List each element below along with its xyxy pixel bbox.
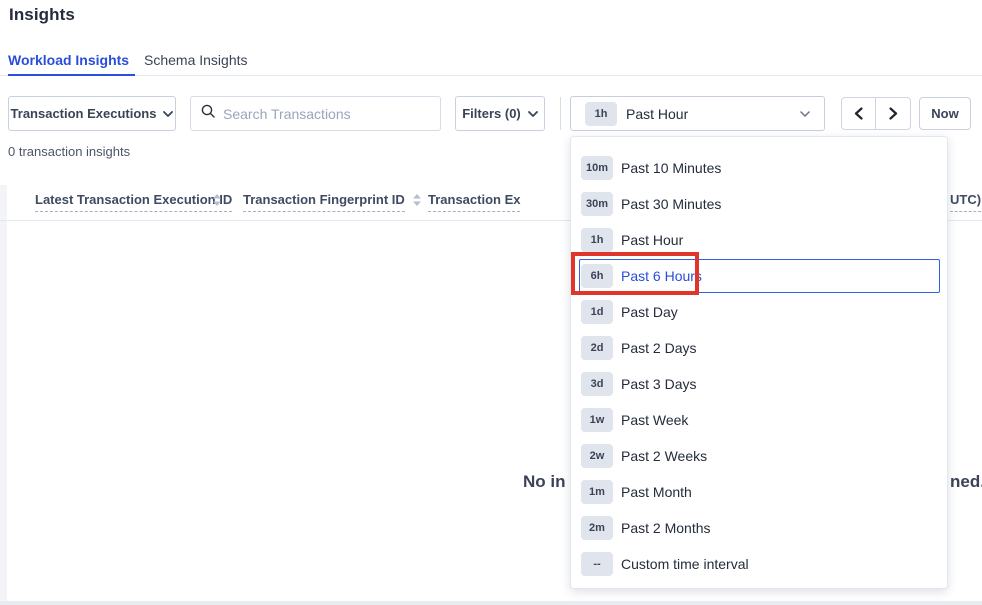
time-interval-option[interactable]: 1m Past Month <box>571 474 947 510</box>
time-interval-option[interactable]: 10m Past 10 Minutes <box>571 150 947 186</box>
column-header-txn-fingerprint-id[interactable]: Transaction Fingerprint ID <box>243 192 405 212</box>
page-title: Insights <box>9 5 75 25</box>
search-box[interactable] <box>190 96 441 131</box>
tab-bar: Workload Insights Schema Insights <box>0 44 982 76</box>
interval-option-label: Custom time interval <box>621 556 749 572</box>
toolbar-divider <box>560 97 561 130</box>
time-interval-option[interactable]: 3d Past 3 Days <box>571 366 947 402</box>
empty-state-text-right: ned. <box>950 472 982 492</box>
interval-badge: 1d <box>581 300 613 324</box>
interval-option-label: Past 6 Hours <box>621 268 702 284</box>
time-interval-label: Past Hour <box>626 106 800 122</box>
search-input[interactable] <box>223 106 430 122</box>
interval-option-label: Past 3 Days <box>621 376 696 392</box>
time-interval-option[interactable]: 2d Past 2 Days <box>571 330 947 366</box>
time-interval-option[interactable]: -- Custom time interval <box>571 546 947 582</box>
interval-badge: 6h <box>581 264 613 288</box>
time-interval-option[interactable]: 1w Past Week <box>571 402 947 438</box>
interval-badge: 2w <box>581 444 613 468</box>
tab-workload-insights[interactable]: Workload Insights <box>8 44 129 75</box>
interval-badge: 2m <box>581 516 613 540</box>
interval-badge: -- <box>581 552 613 576</box>
workload-type-label: Transaction Executions <box>11 106 157 121</box>
interval-badge: 10m <box>581 156 613 180</box>
time-interval-option[interactable]: 30m Past 30 Minutes <box>571 186 947 222</box>
interval-option-label: Past 2 Days <box>621 340 696 356</box>
tab-schema-insights[interactable]: Schema Insights <box>144 44 248 75</box>
chevron-left-icon <box>854 107 863 120</box>
interval-badge: 3d <box>581 372 613 396</box>
interval-option-label: Past 2 Weeks <box>621 448 707 464</box>
sort-icon[interactable] <box>213 193 221 211</box>
interval-option-label: Past 30 Minutes <box>621 196 721 212</box>
chevron-down-icon <box>163 111 173 117</box>
empty-state-text-left: No in <box>523 472 566 492</box>
interval-badge: 30m <box>581 192 613 216</box>
interval-badge: 1h <box>581 228 613 252</box>
time-interval-menu: 10m Past 10 Minutes 30m Past 30 Minutes … <box>570 136 948 589</box>
filters-label: Filters (0) <box>462 106 521 121</box>
time-interval-badge: 1h <box>585 102 617 126</box>
time-interval-picker[interactable]: 1h Past Hour <box>570 96 825 131</box>
chevron-down-icon <box>800 111 810 117</box>
column-header-transaction-ex[interactable]: Transaction Ex <box>428 192 520 212</box>
time-interval-option[interactable]: 6h Past 6 Hours <box>579 259 940 293</box>
now-button[interactable]: Now <box>919 97 971 130</box>
chevron-down-icon <box>528 111 538 117</box>
column-header-utc[interactable]: UTC) <box>950 192 981 212</box>
interval-badge: 2d <box>581 336 613 360</box>
insights-count: 0 transaction insights <box>8 144 130 159</box>
interval-option-label: Past 2 Months <box>621 520 711 536</box>
now-label: Now <box>931 106 958 121</box>
time-interval-option[interactable]: 2m Past 2 Months <box>571 510 947 546</box>
interval-badge: 1m <box>581 480 613 504</box>
interval-option-label: Past Week <box>621 412 688 428</box>
time-nav-group <box>841 97 911 130</box>
search-icon <box>201 104 215 123</box>
insights-page: Insights Workload Insights Schema Insigh… <box>0 0 982 605</box>
column-header-latest-txn-exec-id[interactable]: Latest Transaction Execution ID <box>35 192 232 212</box>
sort-icon[interactable] <box>413 193 421 211</box>
interval-badge: 1w <box>581 408 613 432</box>
workload-type-select[interactable]: Transaction Executions <box>8 96 176 131</box>
interval-option-label: Past Day <box>621 304 678 320</box>
next-interval-button[interactable] <box>876 98 910 129</box>
filters-button[interactable]: Filters (0) <box>455 96 545 131</box>
interval-option-label: Past 10 Minutes <box>621 160 721 176</box>
interval-option-label: Past Month <box>621 484 692 500</box>
chevron-right-icon <box>889 107 898 120</box>
time-interval-option[interactable]: 1h Past Hour <box>571 222 947 258</box>
prev-interval-button[interactable] <box>842 98 876 129</box>
time-interval-option[interactable]: 2w Past 2 Weeks <box>571 438 947 474</box>
page-bottom-strip <box>0 601 982 605</box>
table-left-scroll-hint <box>0 185 7 601</box>
interval-option-label: Past Hour <box>621 232 683 248</box>
time-interval-option[interactable]: 1d Past Day <box>571 294 947 330</box>
